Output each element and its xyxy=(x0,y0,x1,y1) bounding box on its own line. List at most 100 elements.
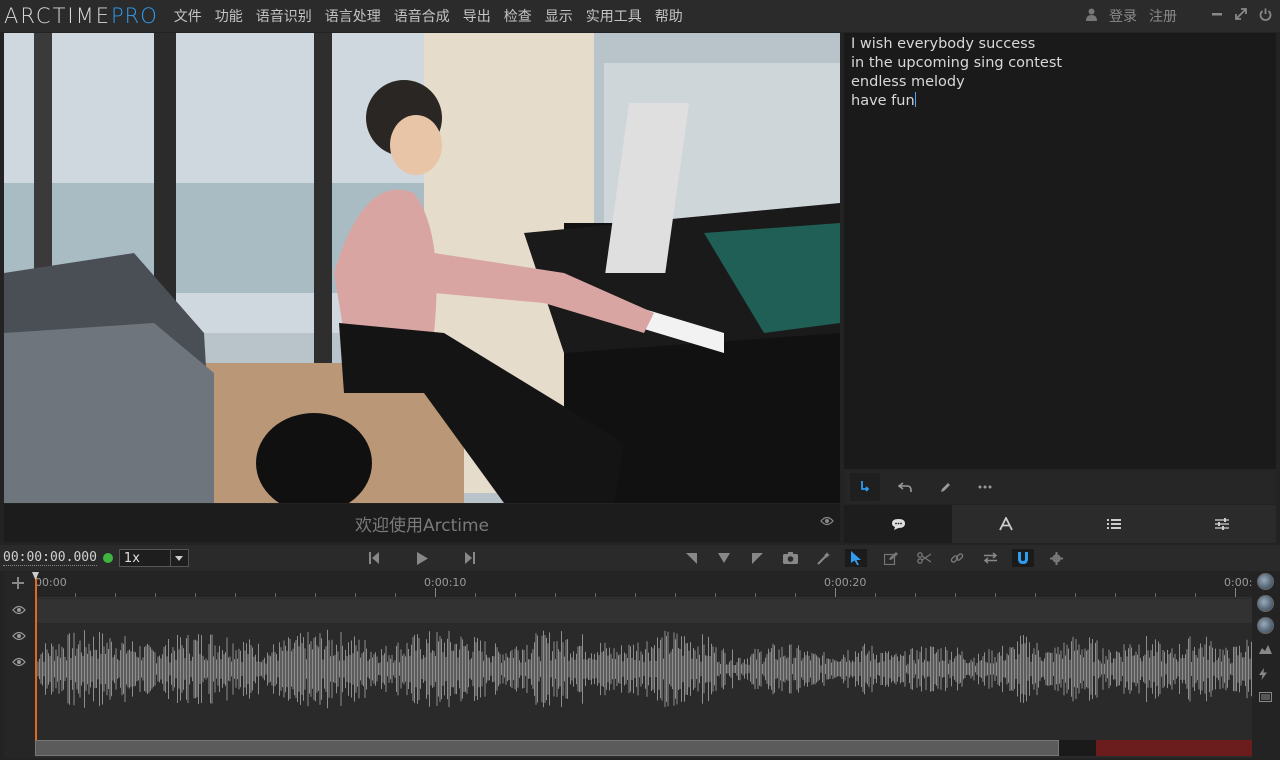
login-link[interactable]: 登录 xyxy=(1109,6,1137,26)
chevron-down-icon[interactable] xyxy=(169,550,188,566)
ruler-tick xyxy=(1235,588,1236,597)
timeline-settings-button[interactable] xyxy=(1045,549,1067,567)
text-cursor xyxy=(914,92,916,107)
ruler-tick xyxy=(675,593,676,597)
playback-speed-select[interactable]: 1x xyxy=(118,549,189,567)
ruler-tick xyxy=(355,593,356,597)
link-icon xyxy=(950,553,964,563)
menu-language-processing[interactable]: 语言处理 xyxy=(325,6,381,26)
magic-wand-button[interactable] xyxy=(812,549,834,567)
split-tool-button[interactable] xyxy=(913,549,935,567)
ruler-tick xyxy=(795,593,796,597)
text-line[interactable]: endless melody xyxy=(851,73,1269,92)
text-line[interactable]: I wish everybody success xyxy=(851,35,1269,54)
line-break-icon xyxy=(861,481,870,492)
ruler-tick xyxy=(275,593,276,597)
menu-display[interactable]: 显示 xyxy=(545,6,573,26)
edit-tool-button[interactable] xyxy=(880,549,902,567)
menu-speech-recognition[interactable]: 语音识别 xyxy=(256,6,312,26)
mark-out-button[interactable] xyxy=(746,549,768,567)
waveform-view-icon[interactable] xyxy=(1259,644,1272,657)
menu-function[interactable]: 功能 xyxy=(215,6,243,26)
ruler-label: 00:00 xyxy=(35,576,67,589)
magnet-icon xyxy=(1018,551,1028,564)
maximize-icon[interactable] xyxy=(1235,8,1247,24)
ruler-tick xyxy=(595,593,596,597)
video-preview[interactable] xyxy=(4,33,840,503)
mark-split-button[interactable] xyxy=(713,549,735,567)
eye-icon[interactable] xyxy=(820,515,834,530)
tab-list[interactable] xyxy=(1060,505,1168,543)
skip-forward-button[interactable] xyxy=(459,549,481,567)
snapshot-button[interactable] xyxy=(779,549,801,567)
text-line-current[interactable]: have fun xyxy=(851,92,1269,111)
swap-arrows-icon xyxy=(983,552,997,564)
scrollbar-thumb[interactable] xyxy=(35,740,1059,756)
playhead[interactable] xyxy=(35,572,37,742)
magnet-snap-button[interactable] xyxy=(1012,549,1034,567)
lightning-icon[interactable] xyxy=(1259,668,1267,683)
menu-help[interactable]: 帮助 xyxy=(655,6,683,26)
speech-bubble-icon xyxy=(891,518,905,530)
audio-waveform[interactable] xyxy=(34,623,1252,739)
corner-in-icon xyxy=(685,552,697,564)
mark-in-button[interactable] xyxy=(680,549,702,567)
menu-file[interactable]: 文件 xyxy=(174,6,202,26)
add-track-icon[interactable] xyxy=(12,577,24,593)
menu-speech-synthesis[interactable]: 语音合成 xyxy=(394,6,450,26)
text-line[interactable]: in the upcoming sing contest xyxy=(851,54,1269,73)
line-break-button[interactable] xyxy=(850,473,880,501)
edit-box-icon xyxy=(884,551,898,565)
text-line-current-content[interactable]: have fun xyxy=(851,93,915,109)
corner-out-icon xyxy=(751,552,763,564)
timeline-panel[interactable]: 00:00 0:00:10 0:00:20 0:00: xyxy=(4,572,1252,758)
edit-button[interactable] xyxy=(930,473,960,501)
more-button[interactable] xyxy=(970,473,1000,501)
ruler-tick xyxy=(915,593,916,597)
menu-bar: ARCTIMEPRO 文件 功能 语音识别 语言处理 语音合成 导出 检查 显示… xyxy=(0,0,1280,32)
tab-settings[interactable] xyxy=(1168,505,1276,543)
tab-font-style[interactable] xyxy=(952,505,1060,543)
magic-wand-icon xyxy=(816,551,830,565)
timeline-scrollbar[interactable] xyxy=(35,740,1252,756)
eye-icon[interactable] xyxy=(12,604,26,619)
ruler-tick xyxy=(395,593,396,597)
ruler-tick xyxy=(755,593,756,597)
ruler-tick xyxy=(315,593,316,597)
tab-subtitles[interactable] xyxy=(844,505,952,543)
skip-forward-icon xyxy=(465,552,475,564)
list-icon xyxy=(1107,519,1121,529)
ruler-tick xyxy=(835,588,836,597)
skip-back-icon xyxy=(369,552,379,564)
ruler-tick xyxy=(195,593,196,597)
link-tool-button[interactable] xyxy=(946,549,968,567)
zoom-knob[interactable] xyxy=(1257,595,1274,612)
video-frame-image xyxy=(4,33,840,503)
power-icon[interactable] xyxy=(1259,8,1272,25)
keyboard-icon[interactable] xyxy=(1259,692,1272,705)
subtitle-track[interactable] xyxy=(35,599,1252,623)
minimize-icon[interactable] xyxy=(1211,8,1223,24)
height-knob[interactable] xyxy=(1257,617,1274,634)
playback-speed-value: 1x xyxy=(123,550,140,566)
swap-tool-button[interactable] xyxy=(979,549,1001,567)
time-ruler[interactable]: 00:00 0:00:10 0:00:20 0:00: xyxy=(35,572,1252,598)
menu-check[interactable]: 检查 xyxy=(504,6,532,26)
ruler-tick xyxy=(715,593,716,597)
select-tool-button[interactable] xyxy=(845,549,867,567)
volume-knob[interactable] xyxy=(1257,573,1274,590)
eye-icon[interactable] xyxy=(12,656,26,671)
editor-toolbar xyxy=(844,470,1276,504)
skip-back-button[interactable] xyxy=(363,549,385,567)
ruler-tick xyxy=(155,593,156,597)
eye-icon[interactable] xyxy=(12,630,26,645)
subtitle-text-editor[interactable]: I wish everybody success in the upcoming… xyxy=(844,33,1276,469)
ruler-label: 0:00:20 xyxy=(824,576,867,589)
menu-tools[interactable]: 实用工具 xyxy=(586,6,642,26)
ruler-tick xyxy=(955,593,956,597)
play-button[interactable] xyxy=(411,549,433,567)
undo-button[interactable] xyxy=(890,473,920,501)
menu-export[interactable]: 导出 xyxy=(463,6,491,26)
timecode-display[interactable]: 00:00:00.000 xyxy=(3,550,97,566)
register-link[interactable]: 注册 xyxy=(1149,6,1177,26)
